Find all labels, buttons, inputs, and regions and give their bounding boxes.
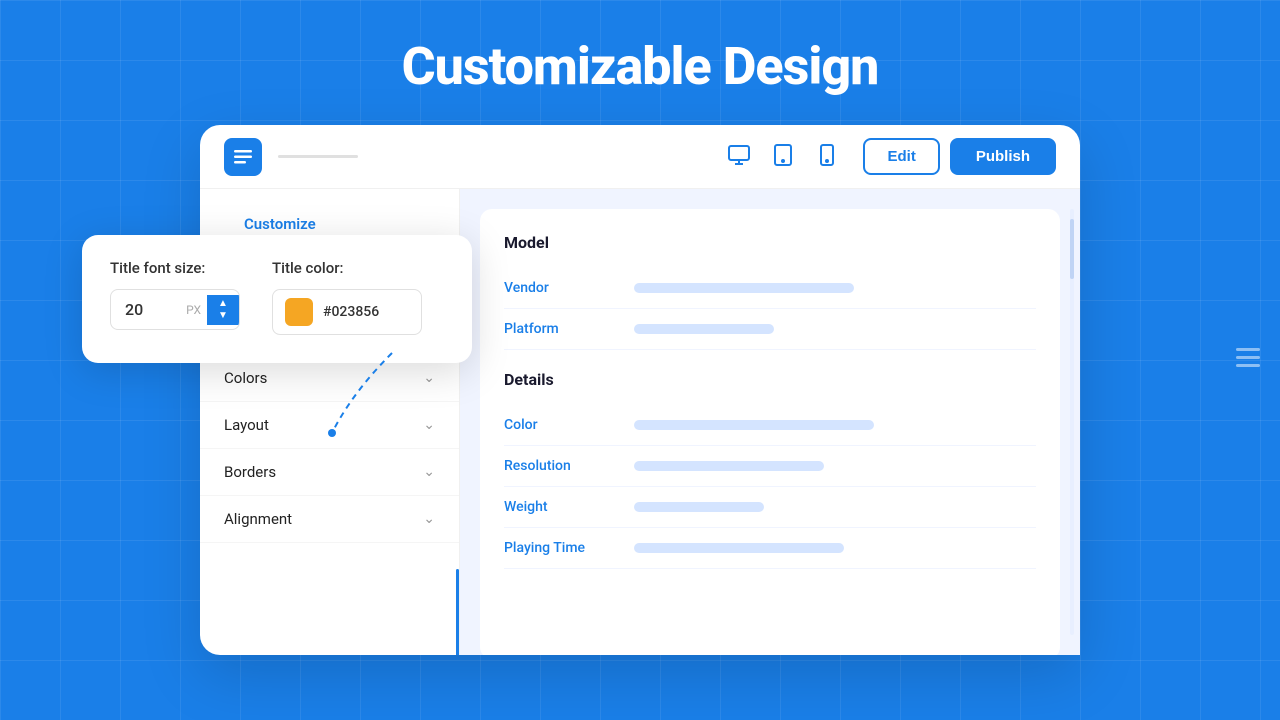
header-line: [278, 155, 358, 158]
font-popup-card: Title font size: 20 PX ▲ ▼ Title color: …: [82, 235, 472, 363]
chevron-down-icon: ⌄: [423, 511, 435, 527]
font-size-section: Title font size: 20 PX ▲ ▼: [110, 259, 240, 335]
scrollbar-track: [1070, 209, 1074, 635]
platform-row: Platform: [504, 309, 1036, 350]
content-inner: Model Vendor Platform Details Color: [480, 209, 1060, 655]
chevron-down-icon: ⌄: [423, 464, 435, 480]
decrement-icon[interactable]: ▼: [218, 311, 228, 321]
playing-time-label: Playing Time: [504, 540, 634, 556]
header-bar: Edit Publish: [200, 125, 1080, 189]
color-bar: [634, 420, 874, 430]
resolution-label: Resolution: [504, 458, 634, 474]
font-size-label: Title font size:: [110, 259, 240, 277]
color-input[interactable]: #023856: [272, 289, 422, 335]
platform-bar: [634, 324, 774, 334]
tablet-icon[interactable]: [771, 143, 795, 171]
color-label: Title color:: [272, 259, 422, 277]
vendor-label: Vendor: [504, 280, 634, 296]
vendor-row: Vendor: [504, 268, 1036, 309]
font-size-value: 20: [111, 290, 180, 329]
popup-row: Title font size: 20 PX ▲ ▼ Title color: …: [110, 259, 444, 335]
increment-icon[interactable]: ▲: [218, 299, 228, 309]
font-size-input[interactable]: 20 PX ▲ ▼: [110, 289, 240, 330]
color-hex-value: #023856: [323, 304, 379, 320]
sidebar-item-borders[interactable]: Borders ⌄: [200, 449, 459, 496]
details-section-title: Details: [504, 370, 1036, 389]
color-swatch[interactable]: [285, 298, 313, 326]
mobile-icon[interactable]: [815, 143, 839, 171]
scrollbar-thumb[interactable]: [1070, 219, 1074, 279]
model-section-title: Model: [504, 233, 1036, 252]
dashed-connector: [312, 353, 432, 443]
edit-button[interactable]: Edit: [863, 138, 939, 175]
publish-button[interactable]: Publish: [950, 138, 1056, 175]
color-label: Color: [504, 417, 634, 433]
vendor-bar: [634, 283, 854, 293]
color-section: Title color: #023856: [272, 259, 422, 335]
resolution-row: Resolution: [504, 446, 1036, 487]
weight-bar: [634, 502, 764, 512]
playing-time-bar: [634, 543, 844, 553]
font-size-stepper[interactable]: ▲ ▼: [207, 295, 239, 325]
logo-icon: [224, 138, 262, 176]
color-row: Color: [504, 405, 1036, 446]
page-title: Customizable Design: [0, 0, 1280, 125]
resolution-bar: [634, 461, 824, 471]
device-icons: [727, 143, 839, 171]
weight-row: Weight: [504, 487, 1036, 528]
sidebar-scrollbar: [456, 569, 459, 655]
content-area: Model Vendor Platform Details Color: [460, 189, 1080, 655]
font-size-unit: PX: [180, 303, 207, 317]
weight-label: Weight: [504, 499, 634, 515]
platform-label: Platform: [504, 321, 634, 337]
playing-time-row: Playing Time: [504, 528, 1036, 569]
sidebar-item-alignment[interactable]: Alignment ⌄: [200, 496, 459, 543]
details-section: Details Color Resolution Weight Pla: [504, 370, 1036, 569]
desktop-icon[interactable]: [727, 143, 751, 171]
edge-decoration: [1236, 348, 1260, 372]
